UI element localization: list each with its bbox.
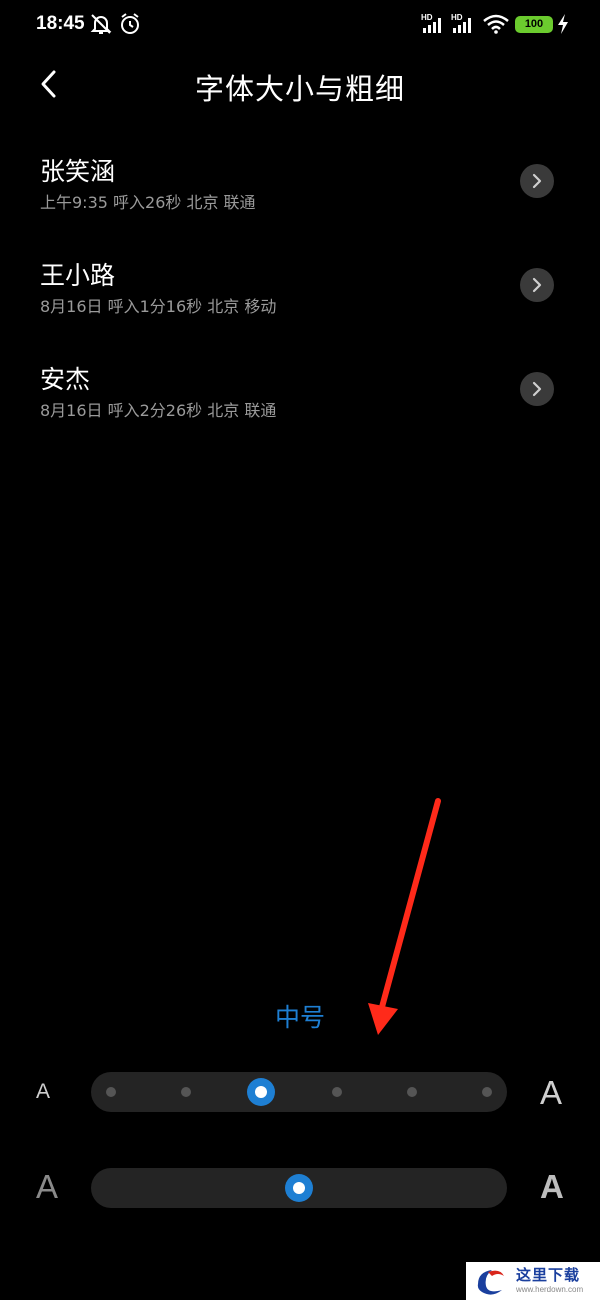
call-list-item[interactable]: 安杰 8月16日 呼入2分26秒 北京 联通 [0,348,600,452]
call-detail-button[interactable] [520,268,554,302]
font-weight-slider-row: A A [0,1158,600,1218]
font-size-slider-row: A A [0,1062,600,1122]
header: 字体大小与粗细 [0,50,600,120]
svg-text:HD: HD [421,13,433,22]
chevron-right-icon [532,381,542,397]
status-time: 18:45 [36,13,85,34]
bold-a-icon: A [540,1168,564,1205]
watermark-url: www.herdown.com [516,1285,584,1294]
hd-signal-icon: HD [421,13,441,33]
charging-icon [558,14,568,34]
font-size-step-dot[interactable] [406,1087,417,1097]
font-size-step-dot[interactable] [331,1087,342,1097]
call-detail-button[interactable] [520,372,554,406]
font-size-step-dot[interactable] [482,1087,492,1097]
call-detail: 8月16日 呼入2分26秒 北京 联通 [40,401,277,420]
contact-name: 王小路 [40,261,116,290]
small-a-icon: A [36,1080,51,1103]
chevron-right-icon [532,277,542,293]
battery-icon: 100 [515,16,553,33]
call-list-item[interactable]: 王小路 8月16日 呼入1分16秒 北京 移动 [0,244,600,348]
large-a-icon: A [540,1074,563,1111]
contact-name: 安杰 [40,365,91,394]
watermark-text: 这里下载 [516,1266,581,1284]
hd-signal-icon: HD [451,13,471,33]
font-size-label: 中号 [274,1003,325,1032]
watermark-logo-icon [477,1270,504,1295]
svg-text:HD: HD [451,13,463,22]
call-log-preview: 张笑涵 上午9:35 呼入26秒 北京 联通 王小路 8月16日 呼入1分16秒… [0,140,600,452]
font-size-slider[interactable] [91,1072,507,1112]
font-weight-slider-thumb[interactable] [285,1174,313,1202]
font-size-step-dot[interactable] [106,1087,116,1097]
call-detail-button[interactable] [520,164,554,198]
wifi-icon [483,14,509,34]
font-weight-slider[interactable] [91,1168,507,1208]
bell-off-icon [90,14,112,34]
contact-name: 张笑涵 [40,157,116,186]
status-bar: 18:45 HD HD 100 [0,0,600,50]
font-size-slider-thumb[interactable] [247,1078,276,1106]
call-list-item[interactable]: 张笑涵 上午9:35 呼入26秒 北京 联通 [0,140,600,244]
watermark: 这里下载 www.herdown.com [466,1262,600,1300]
page-title: 字体大小与粗细 [194,72,405,106]
font-size-step-dot[interactable] [181,1087,192,1097]
chevron-right-icon [532,173,542,189]
call-detail: 上午9:35 呼入26秒 北京 联通 [40,193,256,212]
alarm-icon [121,13,139,34]
call-detail: 8月16日 呼入1分16秒 北京 移动 [40,297,277,316]
light-a-icon: A [36,1168,59,1205]
